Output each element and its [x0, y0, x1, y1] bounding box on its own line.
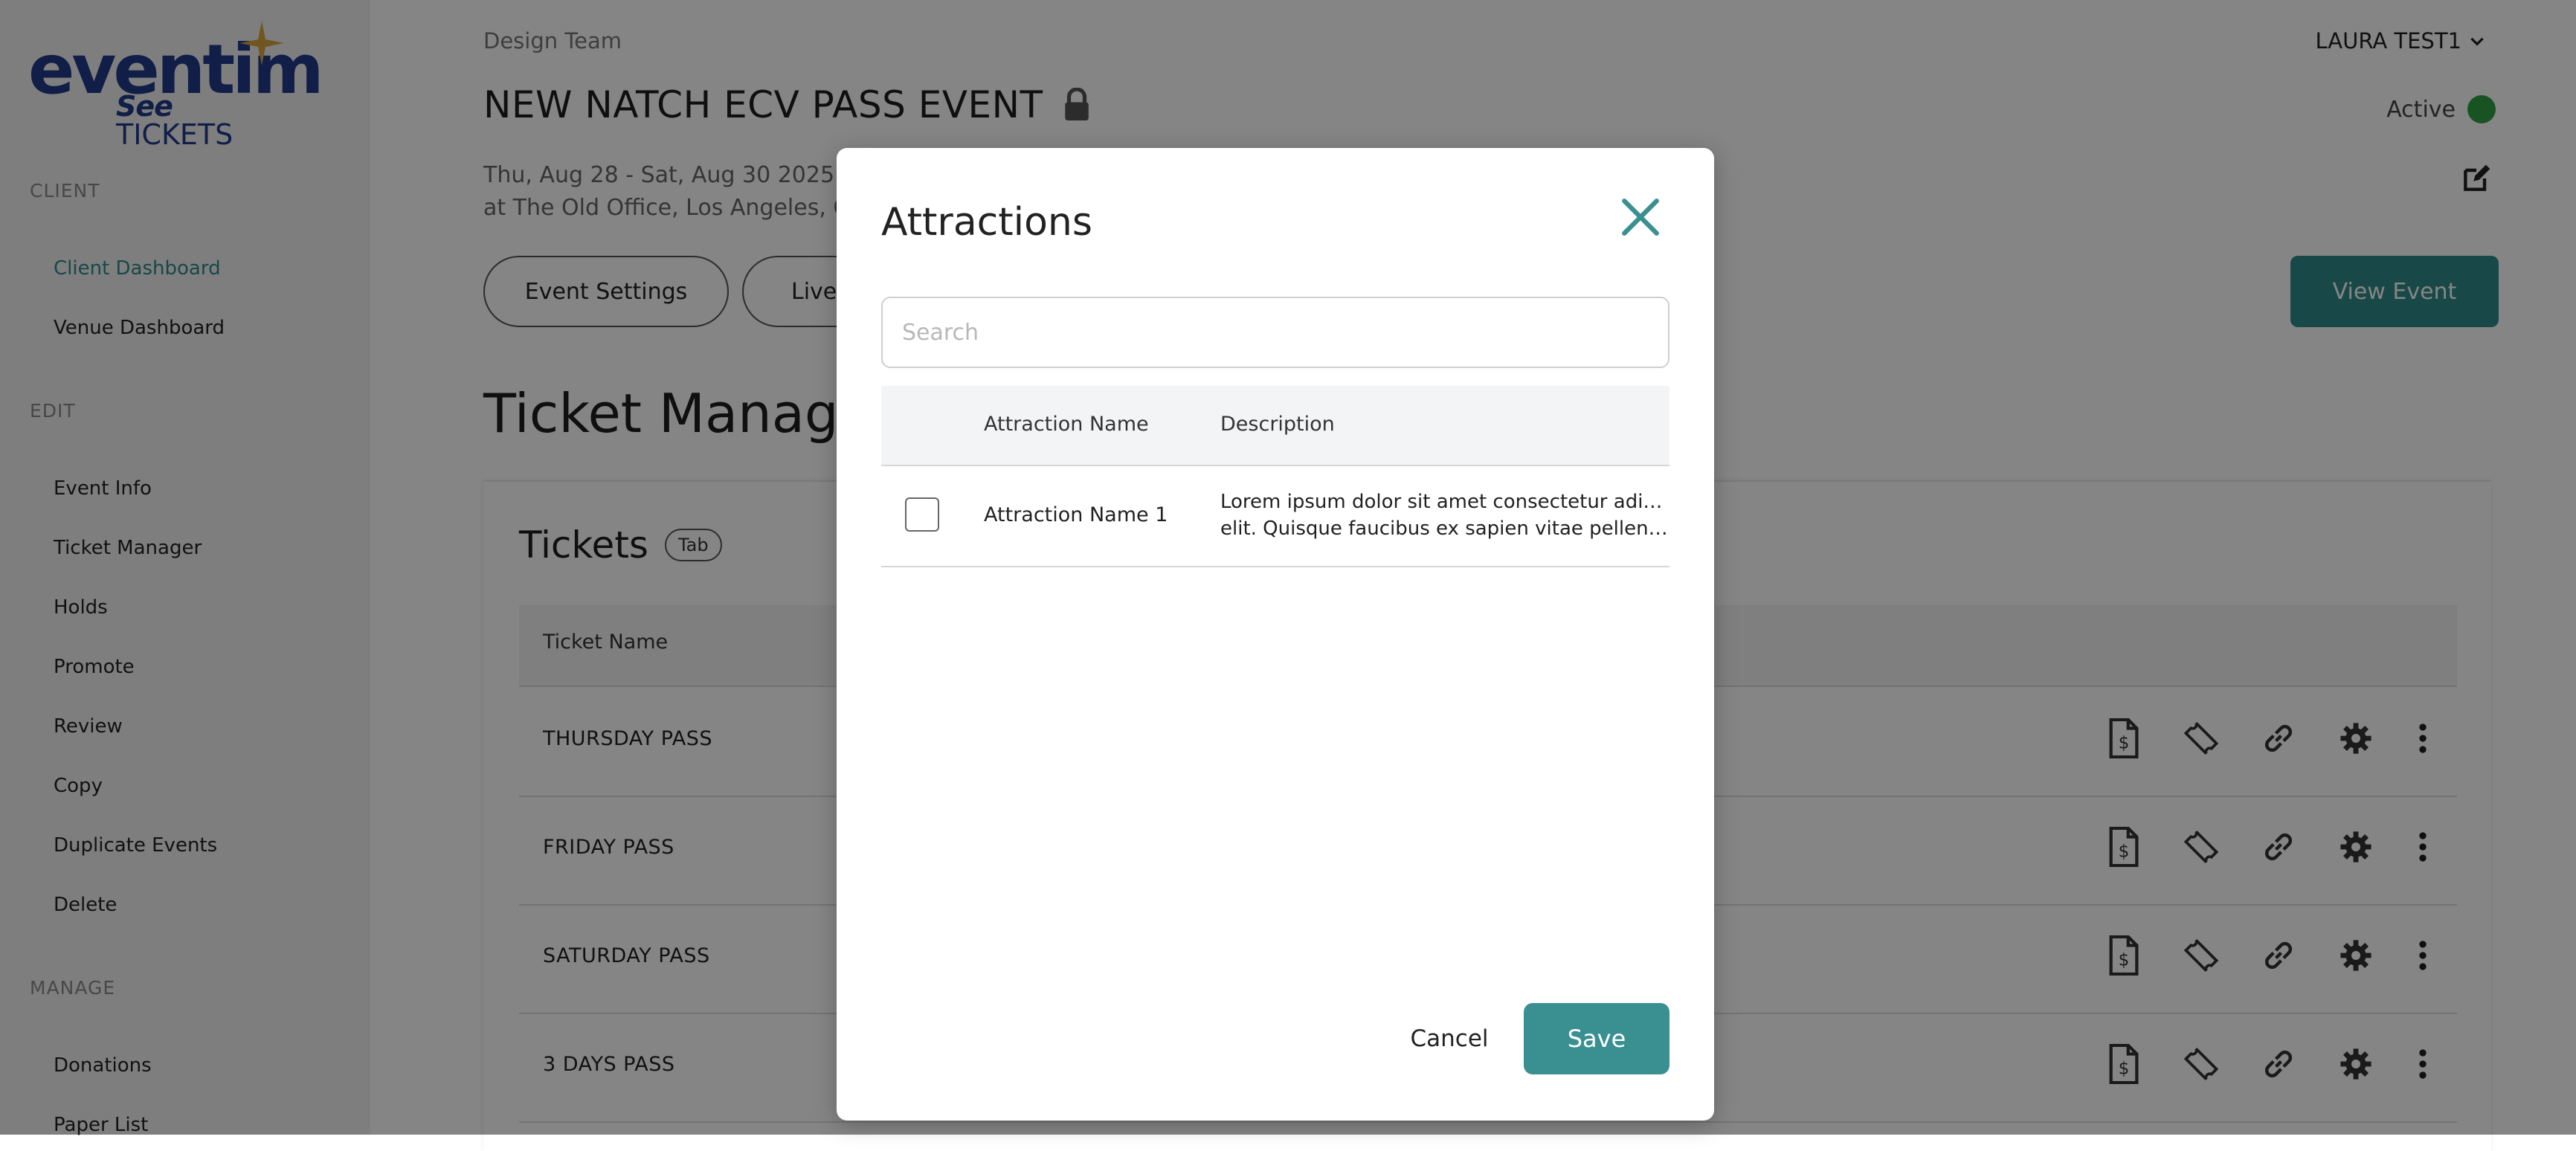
cancel-button[interactable]: Cancel: [1384, 1003, 1515, 1074]
attraction-name: Attraction Name 1: [984, 503, 1168, 526]
search-input[interactable]: [881, 297, 1669, 368]
attractions-table-header: Attraction Name Description: [881, 386, 1669, 466]
description-line: elit. Quisque faucibus ex sapien vitae p…: [1220, 518, 1669, 540]
attractions-modal: Attractions Attraction Name Description …: [837, 148, 1714, 1121]
attraction-description: Lorem ipsum dolor sit amet consectetur a…: [1220, 489, 1669, 542]
table-row: Attraction Name 1 Lorem ipsum dolor sit …: [881, 466, 1669, 567]
column-description: Description: [1220, 413, 1335, 436]
description-line: Lorem ipsum dolor sit amet consectetur a…: [1220, 491, 1669, 513]
save-button[interactable]: Save: [1524, 1003, 1669, 1074]
modal-title: Attractions: [881, 200, 1092, 245]
close-icon[interactable]: [1619, 196, 1662, 239]
column-attraction-name: Attraction Name: [984, 413, 1149, 436]
attraction-checkbox[interactable]: [905, 497, 939, 532]
